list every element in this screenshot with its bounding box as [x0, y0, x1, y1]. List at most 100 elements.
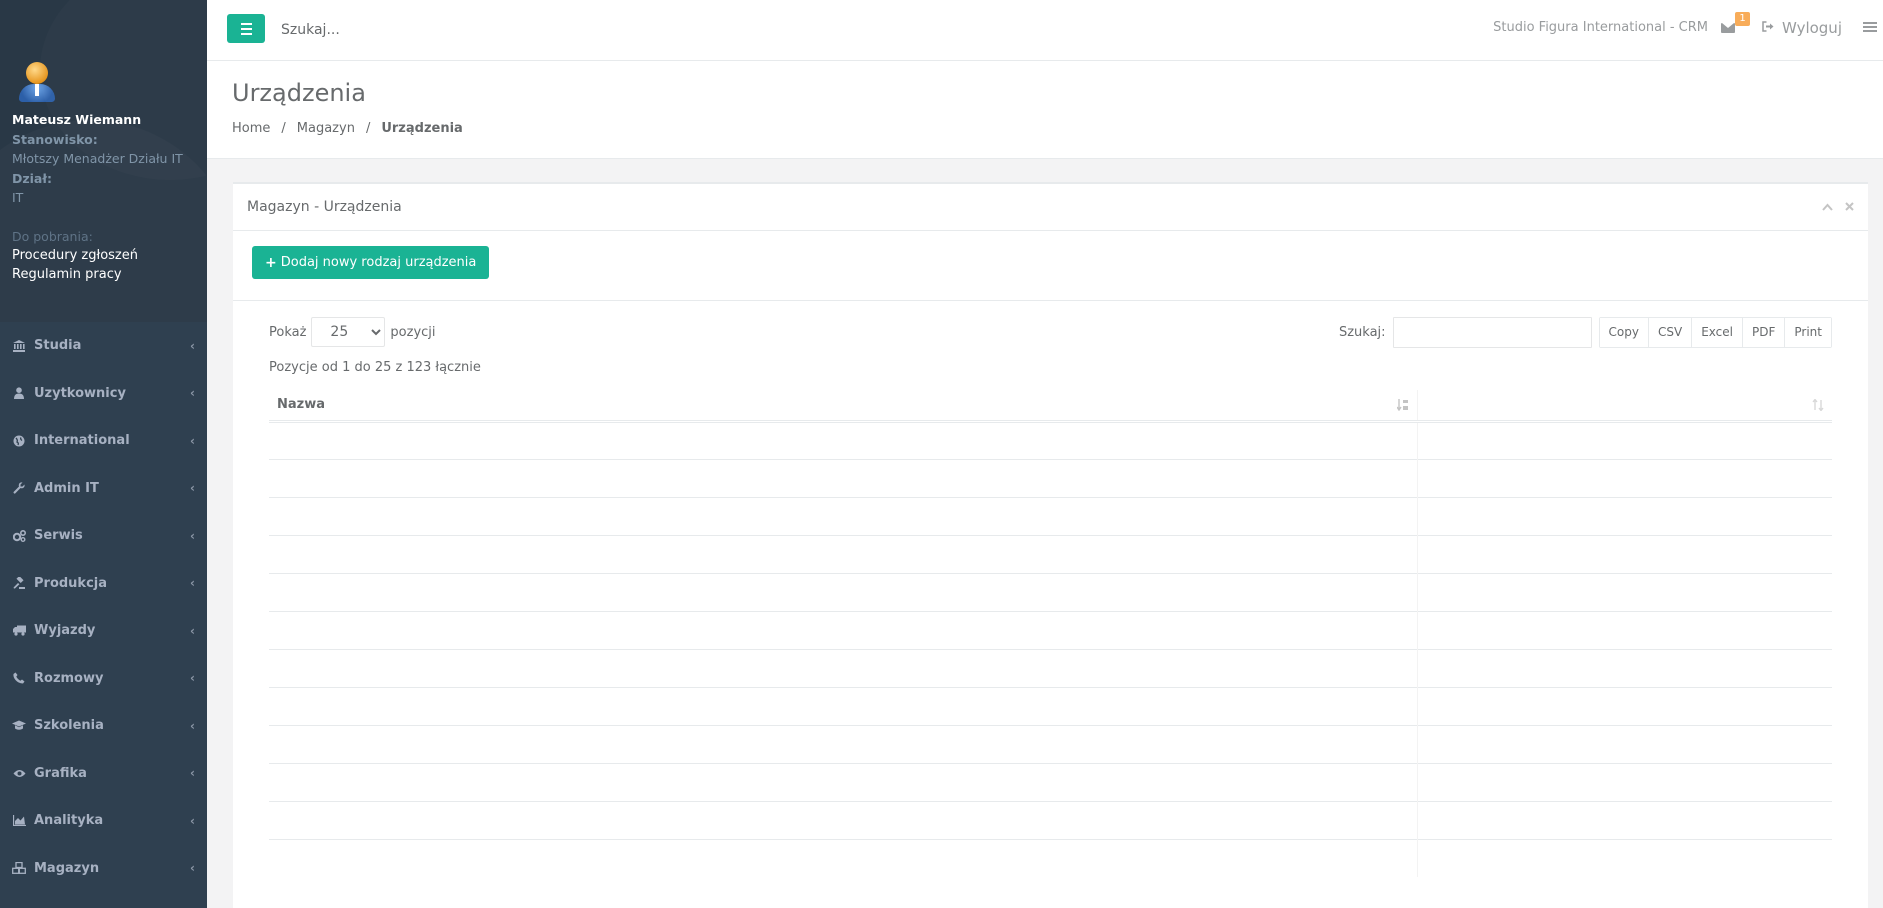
sidebar-nav: Studia ‹ Uzytkownicy ‹ International ‹ A… [0, 322, 207, 892]
truck-icon [12, 624, 26, 638]
table-row[interactable] [269, 534, 1832, 573]
chevron-left-icon: ‹ [190, 481, 195, 496]
devices-panel: Magazyn - Urządzenia + Dodaj nowy rodzaj… [233, 182, 1868, 908]
area-chart-icon [12, 814, 26, 828]
show-label: Pokaż [269, 324, 307, 340]
sidebar-item-label: Produkcja [34, 575, 108, 591]
table-row[interactable] [269, 762, 1832, 801]
sidebar-item-serwis[interactable]: Serwis ‹ [0, 512, 207, 560]
avatar [18, 58, 55, 102]
download-link-regulations[interactable]: Regulamin pracy [12, 265, 195, 284]
user-icon [12, 386, 26, 400]
panel-toolbar: + Dodaj nowy rodzaj urządzenia [233, 231, 1868, 301]
top-navbar: Studio Figura International - CRM 1 Wylo… [207, 0, 1883, 61]
breadcrumb-home[interactable]: Home [232, 121, 270, 136]
chevron-left-icon: ‹ [190, 623, 195, 638]
right-sidebar-toggle[interactable] [1863, 22, 1877, 34]
breadcrumb-current: Urządzenia [381, 121, 463, 136]
table-row[interactable] [269, 572, 1832, 611]
excel-button[interactable]: Excel [1692, 317, 1743, 347]
sidebar-item-label: Analityka [34, 813, 104, 829]
table-search-input[interactable] [1392, 316, 1592, 348]
close-icon[interactable] [1845, 200, 1854, 214]
gavel-icon [12, 576, 26, 590]
list-icon [1863, 22, 1877, 24]
csv-button[interactable]: CSV [1648, 317, 1693, 347]
sidebar-item-label: Uzytkownicy [34, 385, 126, 401]
table-row[interactable] [269, 610, 1832, 649]
sidebar-item-wyjazdy[interactable]: Wyjazdy ‹ [0, 607, 207, 655]
hamburger-icon [240, 22, 252, 25]
sidebar-item-analityka[interactable]: Analityka ‹ [0, 797, 207, 845]
sort-asc-icon [1395, 399, 1409, 414]
download-link-procedures[interactable]: Procedury zgłoszeń [12, 246, 195, 265]
panel-tools [1822, 200, 1854, 214]
copy-button[interactable]: Copy [1599, 317, 1649, 347]
sidebar-item-grafika[interactable]: Grafika ‹ [0, 750, 207, 798]
table-row[interactable] [269, 724, 1832, 763]
chevron-up-icon[interactable] [1822, 200, 1833, 214]
cubes-icon [12, 861, 26, 875]
page-length-select[interactable]: 25 [311, 317, 386, 347]
bank-icon [12, 339, 26, 353]
globe-icon [12, 434, 26, 448]
sidebar: Mateusz Wiemann Stanowisko: Młotszy Mena… [0, 0, 207, 908]
sidebar-item-szkolenia[interactable]: Szkolenia ‹ [0, 702, 207, 750]
graduation-cap-icon [12, 719, 26, 733]
wrench-icon [12, 481, 26, 495]
table-header-row: Nazwa [269, 390, 1832, 423]
table-row[interactable] [269, 458, 1832, 497]
sidebar-item-label: Rozmowy [34, 670, 104, 686]
department-label: Dział: [12, 171, 53, 186]
table-row[interactable] [269, 420, 1832, 459]
chevron-left-icon: ‹ [190, 386, 195, 401]
chevron-left-icon: ‹ [190, 766, 195, 781]
table-row[interactable] [269, 838, 1832, 877]
add-device-type-label: Dodaj nowy rodzaj urządzenia [280, 255, 477, 270]
brand-title: Studio Figura International - CRM [1493, 20, 1708, 35]
export-buttons: Copy CSV Excel PDF Print [1598, 316, 1832, 348]
table-search-label: Szukaj: [1338, 324, 1386, 340]
sidebar-item-rozmowy[interactable]: Rozmowy ‹ [0, 655, 207, 703]
global-search-input[interactable] [281, 16, 581, 44]
chevron-left-icon: ‹ [190, 528, 195, 543]
envelope-icon[interactable] [1721, 23, 1735, 33]
sidebar-item-label: Serwis [34, 528, 83, 544]
phone-icon [12, 671, 26, 685]
breadcrumb: Home / Magazyn / Urządzenia [232, 121, 463, 136]
chevron-left-icon: ‹ [190, 433, 195, 448]
logout-link[interactable]: Wyloguj [1762, 19, 1842, 37]
mail-count-badge: 1 [1735, 12, 1750, 26]
sidebar-item-label: Grafika [34, 765, 87, 781]
column-header-name[interactable]: Nazwa [269, 390, 1418, 423]
menu-toggle-button[interactable] [227, 14, 265, 43]
breadcrumb-magazyn[interactable]: Magazyn [297, 121, 355, 136]
user-profile: Mateusz Wiemann Stanowisko: Młotszy Mena… [0, 0, 207, 322]
add-device-type-button[interactable]: + Dodaj nowy rodzaj urządzenia [252, 246, 490, 279]
sidebar-item-studia[interactable]: Studia ‹ [0, 322, 207, 370]
position-label: Stanowisko: [12, 132, 98, 147]
table-row[interactable] [269, 496, 1832, 535]
sidebar-item-uzytkownicy[interactable]: Uzytkownicy ‹ [0, 370, 207, 418]
chevron-left-icon: ‹ [190, 861, 195, 876]
print-button[interactable]: Print [1785, 317, 1831, 347]
plus-icon: + [265, 254, 277, 271]
logout-label: Wyloguj [1782, 19, 1842, 37]
table-row[interactable] [269, 800, 1832, 839]
sidebar-item-admin-it[interactable]: Admin IT ‹ [0, 465, 207, 513]
column-header-actions[interactable] [1417, 390, 1832, 423]
sort-icon [1812, 398, 1824, 414]
datatable-wrapper: Pokaż 25 pozycji Szukaj: Copy CSV Excel … [233, 301, 1868, 877]
sidebar-item-label: Studia [34, 338, 82, 354]
pdf-button[interactable]: PDF [1743, 317, 1786, 347]
page-heading: Urządzenia Home / Magazyn / Urządzenia [207, 61, 1883, 159]
devices-table: Nazwa [269, 390, 1832, 877]
sidebar-item-magazyn[interactable]: Magazyn ‹ [0, 845, 207, 893]
panel-header: Magazyn - Urządzenia [233, 184, 1868, 231]
table-row[interactable] [269, 686, 1832, 725]
cogs-icon [12, 529, 26, 543]
sidebar-item-international[interactable]: International ‹ [0, 417, 207, 465]
sidebar-item-produkcja[interactable]: Produkcja ‹ [0, 560, 207, 608]
table-row[interactable] [269, 648, 1832, 687]
sidebar-item-label: International [34, 433, 130, 449]
